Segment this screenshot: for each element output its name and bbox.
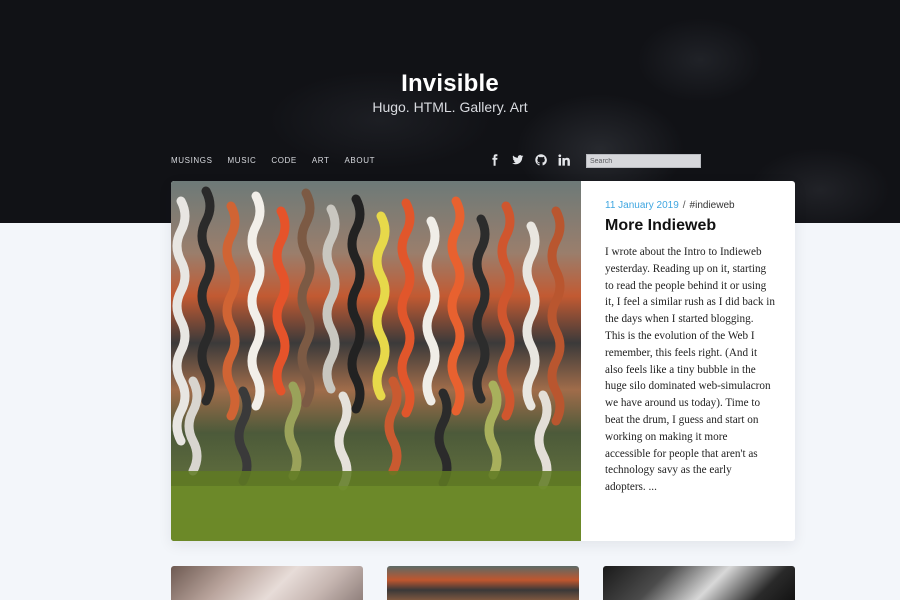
linkedin-icon[interactable] bbox=[558, 154, 570, 166]
post-thumbnail[interactable] bbox=[387, 566, 579, 600]
post-date[interactable]: 11 January 2019 bbox=[605, 200, 679, 211]
github-icon[interactable] bbox=[535, 154, 547, 166]
twitter-icon[interactable] bbox=[512, 154, 524, 166]
post-thumbnail[interactable] bbox=[171, 566, 363, 600]
meta-separator: / bbox=[682, 200, 686, 211]
post-excerpt: I wrote about the Intro to Indieweb yest… bbox=[605, 246, 775, 494]
post-meta: 11 January 2019/ #indieweb bbox=[605, 200, 775, 211]
site-tagline: Hugo. HTML. Gallery. Art bbox=[372, 99, 528, 115]
nav-item-musings[interactable]: MUSINGS bbox=[171, 156, 213, 165]
featured-post-card[interactable]: 11 January 2019/#indieweb More Indieweb … bbox=[171, 181, 795, 541]
post-title[interactable]: More Indieweb bbox=[605, 217, 775, 235]
featured-post-image[interactable] bbox=[171, 181, 581, 541]
facebook-icon[interactable] bbox=[489, 154, 501, 166]
wavy-art-illustration bbox=[171, 186, 581, 541]
featured-post-body: 11 January 2019/#indieweb More Indieweb … bbox=[605, 200, 775, 496]
nav-item-art[interactable]: ART bbox=[312, 156, 330, 165]
nav-item-code[interactable]: CODE bbox=[271, 156, 297, 165]
main-nav: MUSINGS MUSIC CODE ART ABOUT bbox=[171, 156, 390, 165]
post-tag[interactable]: #indieweb bbox=[690, 200, 735, 211]
nav-item-music[interactable]: MUSIC bbox=[228, 156, 257, 165]
search-input[interactable] bbox=[586, 154, 701, 168]
site-title[interactable]: Invisible bbox=[0, 70, 900, 98]
post-thumbnail[interactable] bbox=[603, 566, 795, 600]
nav-item-about[interactable]: ABOUT bbox=[345, 156, 376, 165]
social-links bbox=[489, 154, 581, 166]
